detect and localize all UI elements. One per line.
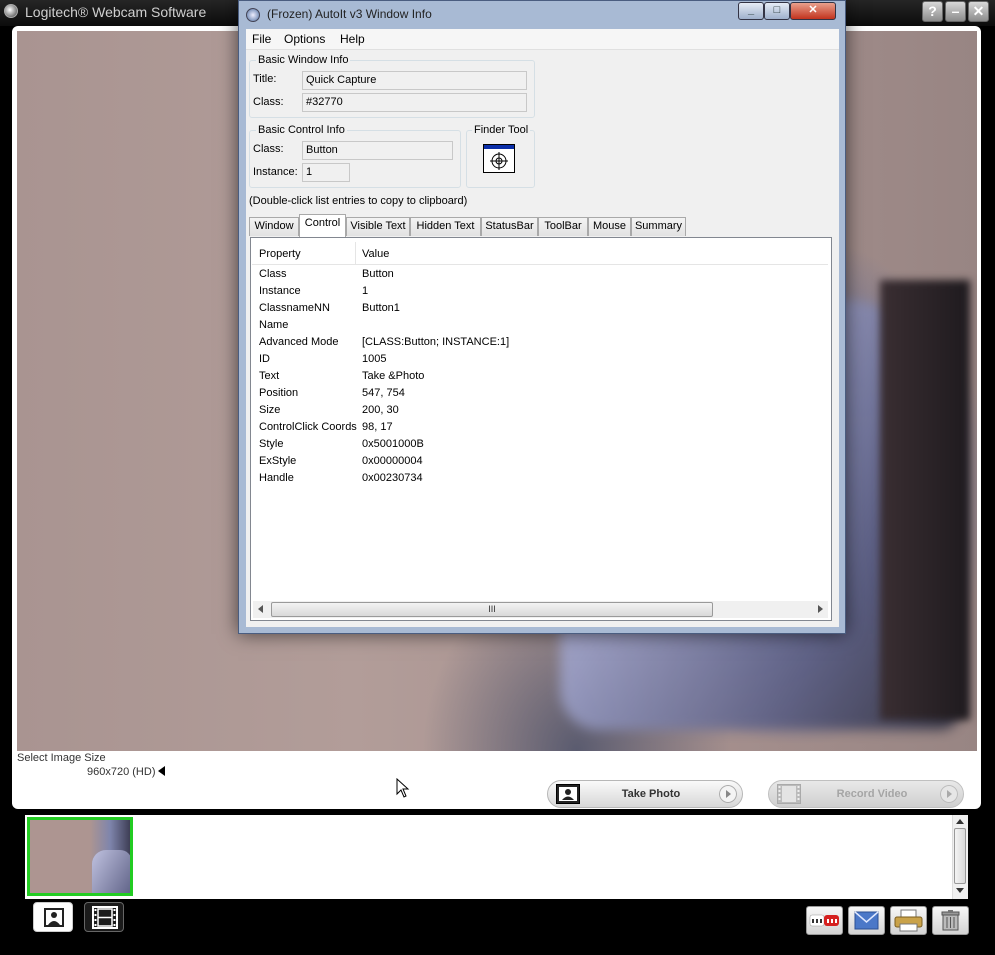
property-value: 547, 754 xyxy=(362,387,405,399)
camera-photo-icon xyxy=(556,784,580,804)
take-photo-label: Take Photo xyxy=(621,788,681,800)
property-value: 1005 xyxy=(362,353,387,365)
preview-dark-edge xyxy=(880,280,970,720)
scroll-right-icon[interactable] xyxy=(818,605,823,613)
thumbnail-chair-shape xyxy=(92,850,130,893)
control-class-field[interactable]: Button xyxy=(302,141,453,160)
capture-thumbnail[interactable] xyxy=(27,817,133,896)
window-class-field[interactable]: #32770 xyxy=(302,93,527,112)
capture-gallery xyxy=(25,815,968,899)
clipboard-hint: (Double-click list entries to copy to cl… xyxy=(249,195,468,207)
property-value: [CLASS:Button; INSTANCE:1] xyxy=(362,336,510,348)
gallery-scroll-thumb[interactable] xyxy=(954,828,966,884)
autoit-logo-icon xyxy=(246,8,260,22)
image-size-arrow-icon[interactable] xyxy=(158,766,165,776)
property-value: 1 xyxy=(362,285,369,297)
control-class-label: Class: xyxy=(253,143,284,155)
property-value: 200, 30 xyxy=(362,404,399,416)
basic-window-info-title: Basic Window Info xyxy=(256,54,351,66)
property-value: Button xyxy=(362,268,394,280)
help-button[interactable]: ? xyxy=(922,1,943,22)
property-name: ClassnameNN xyxy=(259,302,330,314)
property-value: 0x5001000B xyxy=(362,438,424,450)
video-mode-icon xyxy=(92,906,118,929)
autoit-close-button[interactable]: ✕ xyxy=(790,2,836,20)
property-name: ExStyle xyxy=(259,455,297,467)
youtube-button[interactable] xyxy=(806,906,843,935)
record-video-label: Record Video xyxy=(836,788,908,800)
take-photo-arrow-icon xyxy=(719,785,737,803)
scroll-up-icon[interactable] xyxy=(956,819,964,824)
scroll-left-icon[interactable] xyxy=(258,605,263,613)
logitech-logo-icon xyxy=(4,4,18,18)
column-divider[interactable] xyxy=(355,242,356,264)
property-value: 0x00000004 xyxy=(362,455,423,467)
menu-file[interactable]: File xyxy=(252,32,271,46)
tab-statusbar[interactable]: StatusBar xyxy=(481,217,538,236)
window-title-field[interactable]: Quick Capture xyxy=(302,71,527,90)
window-class-label: Class: xyxy=(253,96,284,108)
property-value: 98, 17 xyxy=(362,421,393,433)
property-value: Take &Photo xyxy=(362,370,425,382)
tab-visible-text[interactable]: Visible Text xyxy=(346,217,410,236)
logitech-window-title: Logitech® Webcam Software xyxy=(25,4,207,20)
scroll-down-icon[interactable] xyxy=(956,888,964,893)
property-value: 0x00230734 xyxy=(362,472,423,484)
video-mode-button[interactable] xyxy=(84,902,124,932)
window-title-label: Title: xyxy=(253,73,277,85)
column-header-property[interactable]: Property xyxy=(259,244,301,264)
youtube-icon xyxy=(809,914,839,927)
control-instance-field[interactable]: 1 xyxy=(302,163,350,182)
record-video-button[interactable]: Record Video xyxy=(768,780,964,808)
print-button[interactable] xyxy=(890,906,927,935)
property-name: Name xyxy=(259,319,289,331)
autoit-maximize-button[interactable]: □ xyxy=(764,2,790,20)
property-name: Position xyxy=(259,387,299,399)
tab-summary[interactable]: Summary xyxy=(631,217,686,236)
property-name: ControlClick Coords xyxy=(259,421,357,433)
record-video-arrow-icon xyxy=(940,785,958,803)
tab-mouse[interactable]: Mouse xyxy=(588,217,631,236)
minimize-button[interactable]: – xyxy=(945,1,966,22)
property-name: ID xyxy=(259,353,270,365)
menu-options[interactable]: Options xyxy=(284,32,325,46)
tab-window[interactable]: Window xyxy=(249,217,299,236)
tab-hidden-text[interactable]: Hidden Text xyxy=(410,217,481,236)
email-icon xyxy=(854,911,879,930)
image-size-label: Select Image Size xyxy=(17,752,106,764)
photo-mode-icon xyxy=(44,908,64,927)
property-name: Instance xyxy=(259,285,301,297)
tab-control[interactable]: Control xyxy=(299,214,346,237)
horizontal-scroll-thumb[interactable]: III xyxy=(271,602,713,617)
autoit-window-title: (Frozen) AutoIt v3 Window Info xyxy=(267,7,432,21)
finder-tool-title: Finder Tool xyxy=(472,124,531,136)
trash-icon xyxy=(941,910,960,931)
photo-mode-button[interactable] xyxy=(33,902,73,932)
property-name: Text xyxy=(259,370,280,382)
property-name: Size xyxy=(259,404,281,416)
take-photo-button[interactable]: Take Photo xyxy=(547,780,743,808)
property-name: Class xyxy=(259,268,287,280)
basic-control-info-title: Basic Control Info xyxy=(256,124,347,136)
property-name: Handle xyxy=(259,472,294,484)
property-name: Style xyxy=(259,438,284,450)
property-value: Button1 xyxy=(362,302,400,314)
mouse-pointer-icon xyxy=(396,778,410,798)
tab-toolbar[interactable]: ToolBar xyxy=(538,217,588,236)
header-divider xyxy=(252,264,828,265)
property-name: Advanced Mode xyxy=(259,336,339,348)
film-icon xyxy=(777,784,801,804)
control-instance-label: Instance: xyxy=(253,166,298,178)
delete-button[interactable] xyxy=(932,906,969,935)
close-button[interactable]: ✕ xyxy=(968,1,989,22)
image-size-value[interactable]: 960x720 (HD) xyxy=(87,766,155,778)
print-icon xyxy=(894,909,923,932)
autoit-minimize-button[interactable]: _ xyxy=(738,2,764,20)
email-button[interactable] xyxy=(848,906,885,935)
menu-bar xyxy=(246,29,839,50)
column-header-value[interactable]: Value xyxy=(362,244,389,264)
finder-tool-crosshair-icon[interactable] xyxy=(483,144,515,173)
menu-help[interactable]: Help xyxy=(340,32,365,46)
